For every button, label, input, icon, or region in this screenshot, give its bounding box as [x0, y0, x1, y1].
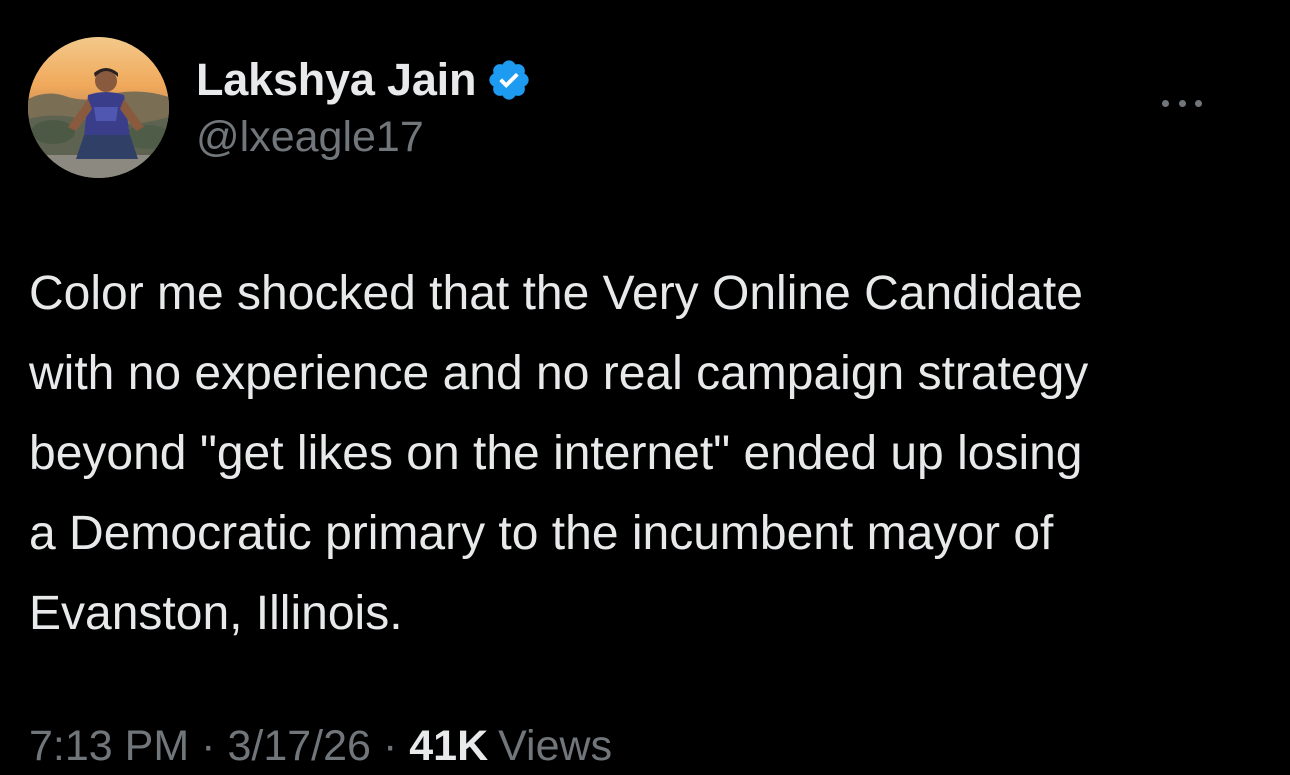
tweet-card: Lakshya Jain @lxeagle17 Color me shocked… [0, 0, 1290, 775]
verified-badge-icon[interactable] [486, 57, 532, 103]
views-count[interactable]: 41K [409, 722, 488, 771]
meta-separator: · [201, 722, 216, 770]
more-options-icon[interactable] [1162, 98, 1202, 108]
author-handle[interactable]: @lxeagle17 [196, 113, 424, 162]
meta-separator: · [382, 722, 398, 770]
avatar[interactable] [28, 37, 169, 178]
tweet-text: Color me shocked that the Very Online Ca… [29, 267, 1089, 640]
more-dot [1162, 99, 1169, 107]
more-dot [1178, 99, 1186, 107]
views-label[interactable]: Views [498, 722, 612, 771]
author-display-name[interactable]: Lakshya Jain [196, 54, 476, 106]
tweet-time[interactable]: 7:13 PM [29, 722, 189, 771]
avatar-photo-icon [28, 37, 169, 178]
tweet-date[interactable]: 3/17/26 [227, 722, 370, 771]
tweet-meta: 7:13 PM · 3/17/26 · 41K Views [29, 722, 612, 771]
more-dot [1195, 99, 1202, 107]
author-name-row: Lakshya Jain [196, 52, 532, 108]
